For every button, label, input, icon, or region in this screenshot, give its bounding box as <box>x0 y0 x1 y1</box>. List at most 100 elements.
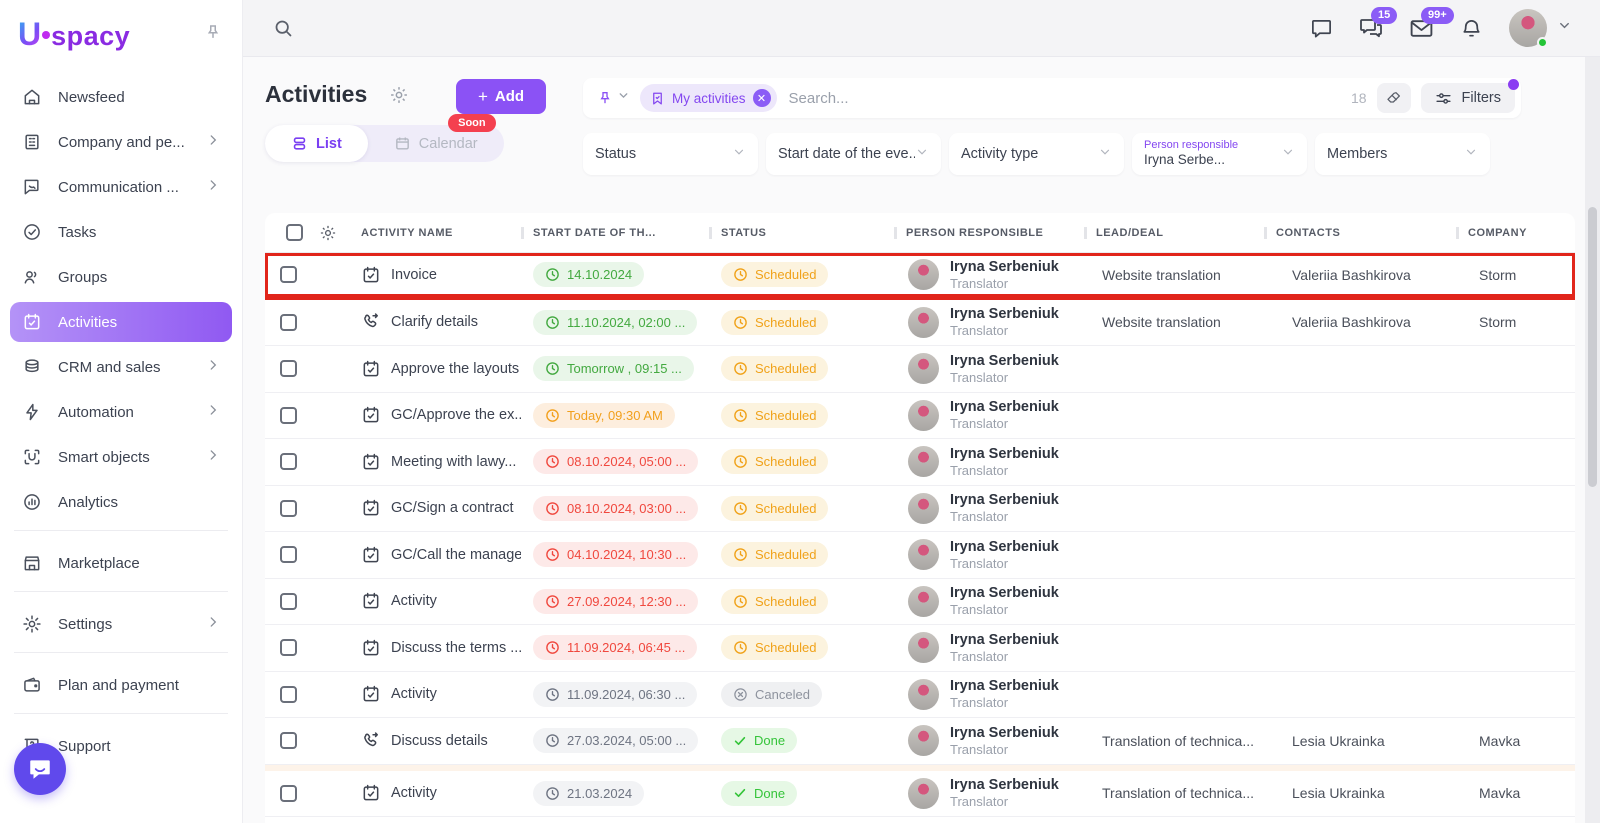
row-checkbox[interactable] <box>280 360 297 377</box>
table-row[interactable]: Discuss details 27.03.2024, 05:00 ... Do… <box>265 718 1575 765</box>
sidebar-item-tasks[interactable]: Tasks <box>10 212 232 252</box>
row-checkbox[interactable] <box>280 500 297 517</box>
lead-deal[interactable]: Website translation <box>1084 267 1264 283</box>
sidebar-item-settings[interactable]: Settings <box>10 604 232 644</box>
sidebar-item-company-and-pe[interactable]: Company and pe... <box>10 122 232 162</box>
contact[interactable]: Lesia Ukrainka <box>1264 733 1456 749</box>
add-activity-button[interactable]: + Add <box>456 79 546 114</box>
company[interactable]: Mavka <box>1456 733 1575 749</box>
filter-dropdown-activity-type[interactable]: Activity type <box>949 133 1124 175</box>
filter-dropdown-status[interactable]: Status <box>583 133 758 175</box>
calendar-icon <box>361 405 381 425</box>
uspacy-logo[interactable]: U spacy <box>18 16 130 53</box>
contact[interactable]: Lesia Ukrainka <box>1264 785 1456 801</box>
person-name: Iryna Serbeniuk <box>950 538 1059 556</box>
sidebar-item-crm-and-sales[interactable]: CRM and sales <box>10 347 232 387</box>
column-header-person-responsible[interactable]: Person responsible <box>894 227 1084 239</box>
filters-button[interactable]: Filters <box>1421 83 1515 113</box>
topbar: 15 99+ <box>243 0 1600 57</box>
calendar-icon <box>361 545 381 565</box>
sidebar-item-marketplace[interactable]: Marketplace <box>10 543 232 583</box>
sidebar-item-newsfeed[interactable]: Newsfeed <box>10 77 232 117</box>
lead-deal[interactable]: Translation of technica... <box>1084 785 1264 801</box>
sidebar-item-automation[interactable]: Automation <box>10 392 232 432</box>
pushpin-icon <box>597 90 613 106</box>
table-row[interactable]: Clarify details 11.10.2024, 02:00 ... Sc… <box>265 300 1575 347</box>
table-row-highlighted[interactable]: Invoice 14.10.2024 Scheduled Iryna Serbe… <box>265 253 1575 300</box>
clear-search-eraser-button[interactable] <box>1377 83 1411 113</box>
filter-dropdown-members[interactable]: Members <box>1315 133 1490 175</box>
comm-icon <box>22 177 44 197</box>
page-settings-gear-icon[interactable] <box>389 85 409 105</box>
status-badge: Scheduled <box>721 589 828 614</box>
person-role: Translator <box>950 742 1059 758</box>
clock-icon <box>545 786 560 801</box>
person-avatar <box>908 632 939 663</box>
global-search-icon[interactable] <box>273 18 294 39</box>
column-header-company[interactable]: Company <box>1456 227 1575 239</box>
table-row[interactable]: Discuss the terms ... 11.09.2024, 06:45 … <box>265 625 1575 672</box>
row-checkbox[interactable] <box>280 314 297 331</box>
row-checkbox[interactable] <box>280 266 297 283</box>
calendar-icon <box>361 452 381 472</box>
lead-deal[interactable]: Website translation <box>1084 314 1264 330</box>
saved-filters-pin-button[interactable] <box>583 89 640 107</box>
my-activities-filter-chip[interactable]: My activities ✕ <box>640 84 777 112</box>
tab-list-view[interactable]: List <box>265 125 368 162</box>
row-checkbox[interactable] <box>280 732 297 749</box>
table-settings-gear-icon[interactable] <box>311 224 349 242</box>
row-checkbox[interactable] <box>280 546 297 563</box>
check-icon <box>733 786 747 800</box>
sidebar-pin-icon[interactable] <box>204 23 222 46</box>
column-header-start-date-of-th[interactable]: Start date of th... <box>521 227 709 239</box>
lead-deal[interactable]: Translation of technica... <box>1084 733 1264 749</box>
table-row[interactable]: Approve the layouts Tomorrow , 09:15 ...… <box>265 346 1575 393</box>
chip-close-icon[interactable]: ✕ <box>753 89 771 107</box>
user-menu[interactable] <box>1509 9 1572 47</box>
sidebar-item-analytics[interactable]: Analytics <box>10 482 232 522</box>
select-all-checkbox[interactable] <box>286 224 303 241</box>
notifications-bell-icon[interactable] <box>1460 17 1483 40</box>
sidebar-item-smart-objects[interactable]: Smart objects <box>10 437 232 477</box>
table-row[interactable]: GC/Call the manager 04.10.2024, 10:30 ..… <box>265 532 1575 579</box>
table-row[interactable]: Activity 27.09.2024, 12:30 ... Scheduled… <box>265 579 1575 626</box>
filter-dropdown-person-responsible[interactable]: Person responsible Iryna Serbe... <box>1132 133 1307 175</box>
chevron-right-icon <box>206 448 220 466</box>
scrollbar-thumb[interactable] <box>1588 207 1597 487</box>
column-header-activity-name[interactable]: Activity name <box>349 227 521 239</box>
table-row[interactable]: GC/Sign a contract 08.10.2024, 03:00 ...… <box>265 486 1575 533</box>
status-badge: Scheduled <box>721 449 828 474</box>
search-input[interactable] <box>777 90 1351 107</box>
column-header-status[interactable]: Status <box>709 227 894 239</box>
table-row[interactable]: Activity 11.09.2024, 06:30 ... Canceled … <box>265 672 1575 719</box>
table-row[interactable]: GC/Approve the ex... Today, 09:30 AM Sch… <box>265 393 1575 440</box>
analytics-icon <box>22 492 44 512</box>
tab-calendar-view[interactable]: Calendar Soon <box>368 125 504 162</box>
company[interactable]: Storm <box>1456 314 1575 330</box>
clock-icon <box>545 594 560 609</box>
sidebar-item-communication[interactable]: Communication ... <box>10 167 232 207</box>
table-row[interactable]: Meeting with lawy... 08.10.2024, 05:00 .… <box>265 439 1575 486</box>
person-role: Translator <box>950 794 1059 810</box>
filter-dropdown-start-date-of-the-eve[interactable]: Start date of the eve... <box>766 133 941 175</box>
column-header-contacts[interactable]: Contacts <box>1264 227 1456 239</box>
sidebar-item-plan-and-payment[interactable]: Plan and payment <box>10 665 232 705</box>
column-header-lead-deal[interactable]: Lead/deal <box>1084 227 1264 239</box>
row-checkbox[interactable] <box>280 407 297 424</box>
support-chat-button[interactable] <box>14 743 66 795</box>
row-checkbox[interactable] <box>280 453 297 470</box>
sidebar-item-activities[interactable]: Activities <box>10 302 232 342</box>
table-row[interactable]: Activity 21.03.2024 Done Iryna Serbeniuk… <box>265 765 1575 817</box>
sidebar-item-groups[interactable]: Groups <box>10 257 232 297</box>
comments-icon[interactable] <box>1310 17 1333 40</box>
chats-icon[interactable]: 15 <box>1359 16 1383 40</box>
row-checkbox[interactable] <box>280 593 297 610</box>
company[interactable]: Mavka <box>1456 785 1575 801</box>
company[interactable]: Storm <box>1456 267 1575 283</box>
mail-icon[interactable]: 99+ <box>1409 16 1434 41</box>
row-checkbox[interactable] <box>280 639 297 656</box>
row-checkbox[interactable] <box>280 785 297 802</box>
contact[interactable]: Valeriia Bashkirova <box>1264 267 1456 283</box>
row-checkbox[interactable] <box>280 686 297 703</box>
contact[interactable]: Valeriia Bashkirova <box>1264 314 1456 330</box>
